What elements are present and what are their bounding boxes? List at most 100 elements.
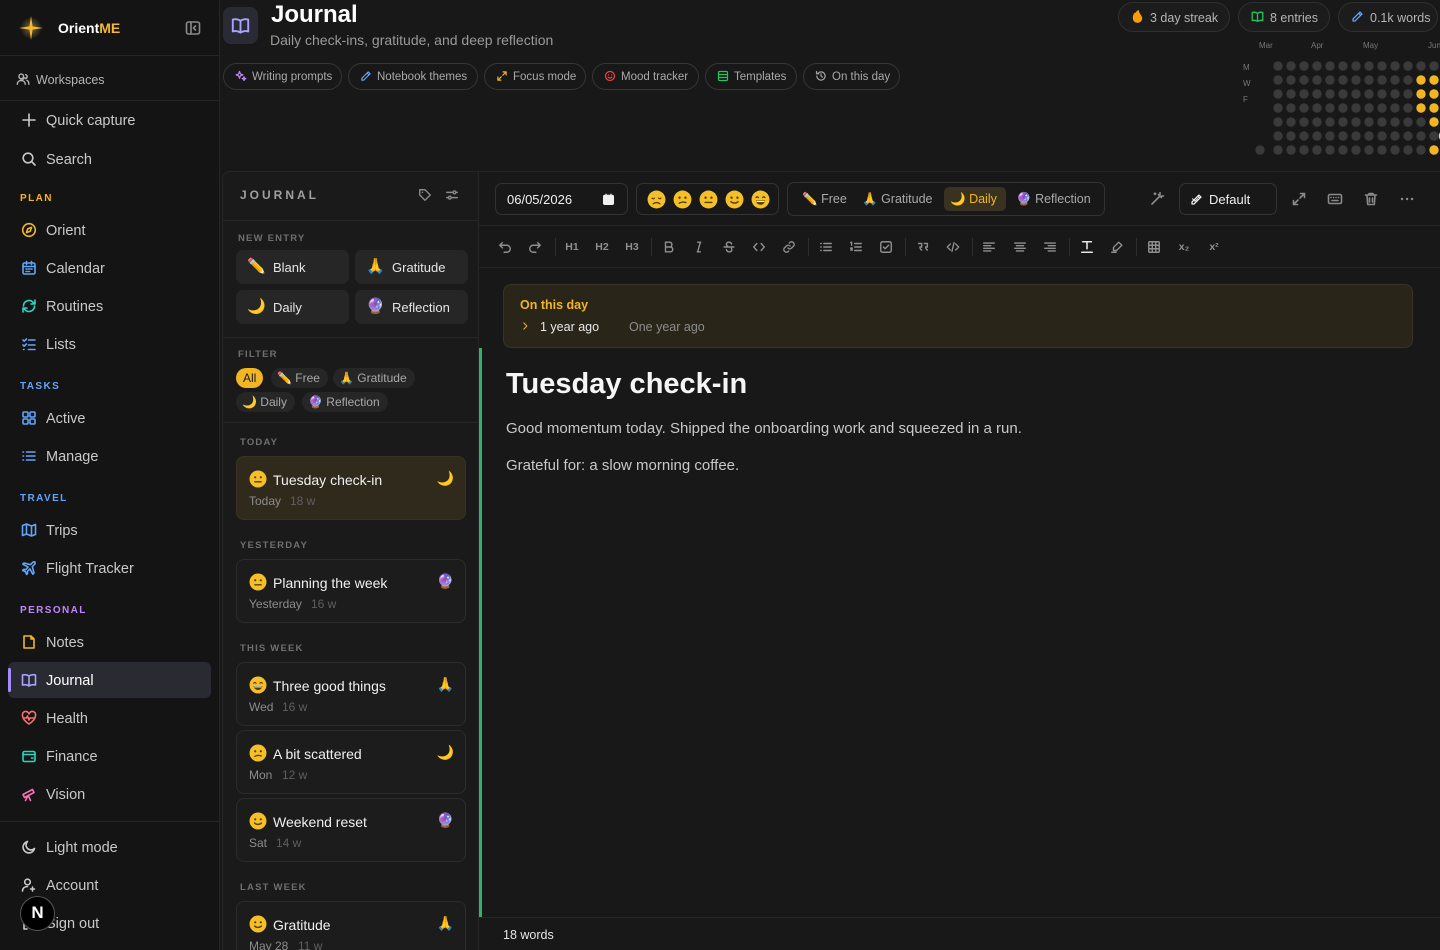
heading1-button[interactable]: H1 bbox=[564, 239, 580, 255]
list-check-icon bbox=[22, 338, 36, 351]
pill-mood-tracker[interactable]: Mood tracker bbox=[592, 63, 699, 90]
superscript-button[interactable]: x² bbox=[1206, 239, 1222, 255]
nav-search[interactable]: Search bbox=[8, 141, 211, 177]
heatmap-cell bbox=[1299, 89, 1309, 99]
filter-daily[interactable]: 🌙 Daily bbox=[236, 392, 295, 412]
italic-button[interactable] bbox=[691, 239, 707, 255]
on-this-day-ago: 1 year ago bbox=[540, 320, 600, 334]
heading2-button[interactable]: H2 bbox=[594, 239, 610, 255]
new-gratitude-button[interactable]: 🙏 Gratitude bbox=[355, 250, 468, 284]
nav-calendar[interactable]: Calendar bbox=[8, 250, 211, 286]
heading3-button[interactable]: H3 bbox=[624, 239, 640, 255]
type-daily[interactable]: 🌙 Daily bbox=[944, 187, 1006, 211]
pill-notebook-themes[interactable]: Notebook themes bbox=[348, 63, 478, 90]
mood-confused-icon[interactable] bbox=[673, 190, 692, 209]
calendar-icon[interactable] bbox=[602, 193, 615, 206]
n-avatar-badge[interactable]: N bbox=[20, 896, 55, 931]
heatmap-cell bbox=[1299, 75, 1309, 85]
nav-flight-tracker[interactable]: Flight Tracker bbox=[8, 550, 211, 586]
align-left-button[interactable] bbox=[981, 239, 997, 255]
on-this-day-heading: On this day bbox=[520, 298, 589, 312]
template-dropdown[interactable]: Default bbox=[1179, 183, 1277, 215]
heatmap-cell bbox=[1351, 103, 1361, 113]
nav-quick-capture[interactable]: Quick capture bbox=[8, 102, 211, 138]
redo-button[interactable] bbox=[527, 239, 543, 255]
settings-sliders-icon[interactable] bbox=[445, 188, 459, 202]
entry-title-field[interactable]: Tuesday check-in bbox=[506, 368, 747, 401]
nav-orient[interactable]: Orient bbox=[8, 212, 211, 248]
nav-routines[interactable]: Routines bbox=[8, 288, 211, 324]
nav-journal[interactable]: Journal bbox=[8, 662, 211, 698]
checklist-button[interactable] bbox=[878, 239, 894, 255]
new-reflection-button[interactable]: 🔮 Reflection bbox=[355, 290, 468, 324]
table-button[interactable] bbox=[1146, 239, 1162, 255]
sidebar-collapse-icon[interactable] bbox=[185, 20, 201, 36]
code-button[interactable] bbox=[751, 239, 767, 255]
button-label: Daily bbox=[273, 300, 302, 315]
nav-notes[interactable]: Notes bbox=[8, 624, 211, 660]
nav-health[interactable]: Health bbox=[8, 700, 211, 736]
type-gratitude[interactable]: 🙏 Gratitude bbox=[862, 187, 938, 211]
nav-finance[interactable]: Finance bbox=[8, 738, 211, 774]
type-reflection[interactable]: 🔮 Reflection bbox=[1016, 187, 1096, 211]
nav-trips[interactable]: Trips bbox=[8, 512, 211, 548]
filter-all[interactable]: All bbox=[236, 368, 264, 388]
entry-card[interactable]: A bit scattered Mon 12 w 🌙 bbox=[236, 730, 466, 794]
mood-grin-icon[interactable] bbox=[751, 190, 770, 209]
mood-sad-icon[interactable] bbox=[647, 190, 666, 209]
on-this-day-card[interactable]: On this day 1 year ago One year ago bbox=[503, 284, 1413, 348]
align-center-button[interactable] bbox=[1012, 239, 1028, 255]
workspaces-dropdown[interactable]: Workspaces bbox=[16, 71, 206, 89]
bold-button[interactable] bbox=[661, 239, 677, 255]
nav-light-mode[interactable]: Light mode bbox=[8, 829, 211, 865]
trash-icon[interactable] bbox=[1363, 191, 1379, 207]
nav-lists[interactable]: Lists bbox=[8, 326, 211, 362]
mood-smile-icon[interactable] bbox=[725, 190, 744, 209]
align-right-button[interactable] bbox=[1042, 239, 1058, 255]
filter-gratitude[interactable]: 🙏 Gratitude bbox=[333, 368, 415, 388]
entry-card[interactable]: Gratitude May 28 11 w 🙏 bbox=[236, 901, 466, 950]
mood-neutral-icon[interactable] bbox=[699, 190, 718, 209]
pill-templates[interactable]: Templates bbox=[705, 63, 797, 90]
entry-body-paragraph[interactable]: Grateful for: a slow morning coffee. bbox=[506, 457, 739, 474]
tag-icon[interactable] bbox=[418, 188, 432, 202]
heatmap-cell bbox=[1325, 103, 1335, 113]
date-input[interactable]: 06/05/2026 bbox=[495, 183, 628, 215]
chevron-right-icon[interactable] bbox=[520, 321, 530, 331]
undo-button[interactable] bbox=[497, 239, 513, 255]
type-free[interactable]: ✏️ Free bbox=[802, 187, 852, 211]
highlight-button[interactable] bbox=[1109, 239, 1125, 255]
heatmap-cell bbox=[1351, 89, 1361, 99]
entry-card[interactable]: Tuesday check-in Today 18 w 🌙 bbox=[236, 456, 466, 520]
filter-free[interactable]: ✏️ Free bbox=[271, 368, 328, 388]
new-daily-button[interactable]: 🌙 Daily bbox=[236, 290, 349, 324]
entry-card[interactable]: Three good things Wed 16 w 🙏 bbox=[236, 662, 466, 726]
text-color-icon bbox=[1080, 240, 1094, 254]
more-icon[interactable] bbox=[1399, 191, 1415, 207]
text-color-button[interactable] bbox=[1079, 239, 1095, 255]
pill-writing-prompts[interactable]: Writing prompts bbox=[223, 63, 342, 90]
heatmap-cell bbox=[1390, 89, 1400, 99]
subscript-button[interactable]: x₂ bbox=[1176, 239, 1192, 255]
nav-active[interactable]: Active bbox=[8, 400, 211, 436]
nav-vision[interactable]: Vision bbox=[8, 776, 211, 812]
keyboard-icon[interactable] bbox=[1327, 191, 1343, 207]
pill-label: Writing prompts bbox=[252, 71, 333, 83]
entry-card[interactable]: Planning the week Yesterday 16 w 🔮 bbox=[236, 559, 466, 623]
bullet-list-button[interactable] bbox=[818, 239, 834, 255]
link-button[interactable] bbox=[781, 239, 797, 255]
ordered-list-button[interactable] bbox=[848, 239, 864, 255]
quote-button[interactable] bbox=[915, 239, 931, 255]
nav-manage[interactable]: Manage bbox=[8, 438, 211, 474]
magic-wand-icon[interactable] bbox=[1149, 191, 1165, 207]
pill-focus-mode[interactable]: Focus mode bbox=[484, 63, 586, 90]
filter-reflection[interactable]: 🔮 Reflection bbox=[302, 392, 388, 412]
strikethrough-button[interactable] bbox=[721, 239, 737, 255]
new-blank-button[interactable]: ✏️ Blank bbox=[236, 250, 349, 284]
date-value: 06/05/2026 bbox=[507, 192, 573, 207]
fullscreen-icon[interactable] bbox=[1291, 191, 1307, 207]
code-block-button[interactable] bbox=[945, 239, 961, 255]
entry-body-paragraph[interactable]: Good momentum today. Shipped the onboard… bbox=[506, 420, 1022, 437]
entry-card[interactable]: Weekend reset Sat 14 w 🔮 bbox=[236, 798, 466, 862]
pill-on-this-day[interactable]: On this day bbox=[803, 63, 900, 90]
